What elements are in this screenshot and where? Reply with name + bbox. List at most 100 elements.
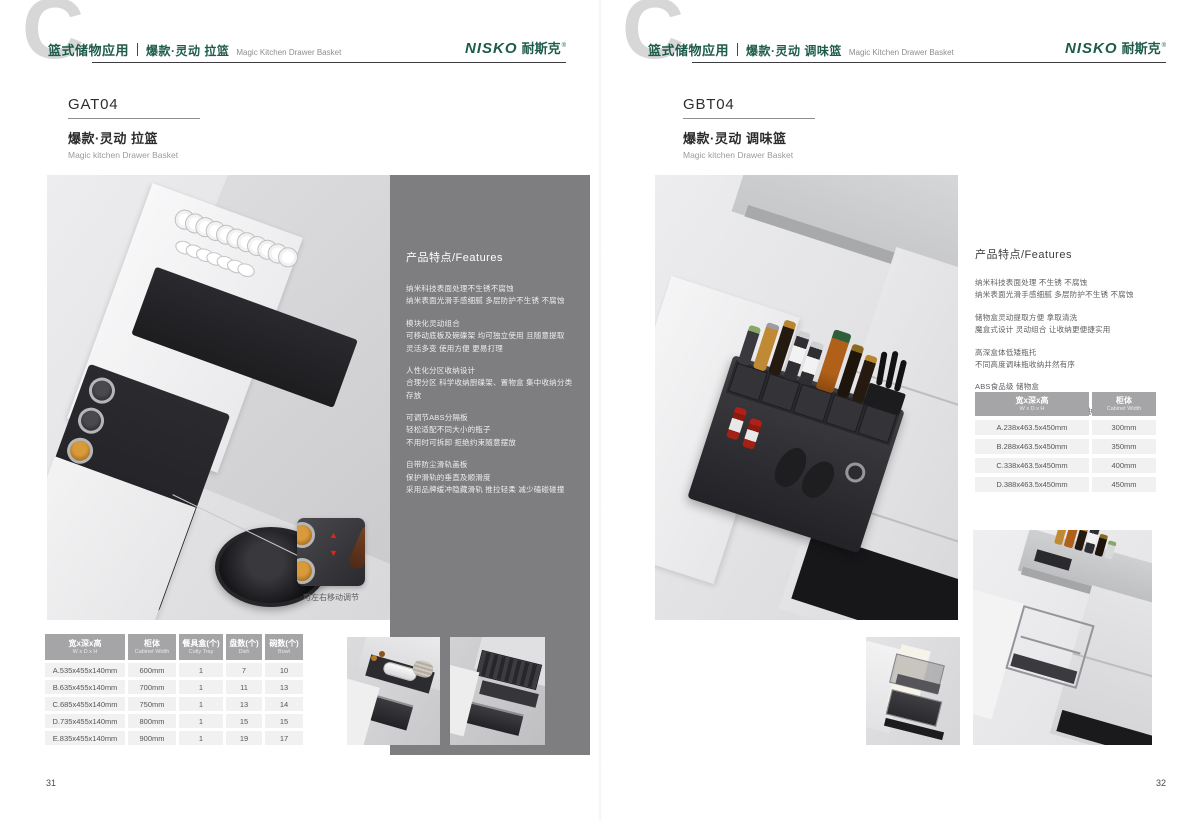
col-header-en: Dish [238,649,249,656]
feature-line: 高深盒体低矮瓶托 [975,347,1197,359]
header-separator [137,43,138,56]
page-right: C 篮式储物应用 爆款·灵动 调味篮 Magic Kitchen Drawer … [600,0,1200,820]
cell-size: C.338x463.5x450mm [975,458,1089,473]
feature-line: 纳米表面光滑手感细腻 多层防护不生锈 不腐蚀 [975,289,1197,301]
feature-line: 纳米表面光滑手感细腻 多层防护不生锈 不腐蚀 [406,295,576,307]
arrow-down-icon: ▼ [329,549,338,558]
feature-paragraph: 储物盒灵动提取方便 拿取清洗 魔盒式设计 灵动组合 让收纳更便捷实用 [975,312,1197,337]
features-content: 产品特点/Features 纳米科技表面处理不生锈不腐蚀 纳米表面光滑手感细腻 … [390,175,590,496]
page-header: 篮式储物应用 爆款·灵动 调味篮 Magic Kitchen Drawer Ba… [648,40,954,59]
feature-line: 采用品牌缓冲隐藏滑轨 推拉轻柔 减少磕碰碰撞 [406,484,576,496]
inset-jar [297,558,315,584]
spec-table: 宽x深x高 W x D x H 柜体 Cabinet Width 餐具盒(个) … [45,634,306,748]
cell-tray: 1 [179,663,223,677]
col-header: 盘数(个) Dish [226,634,262,660]
callout-inset: ▲ ▼ [297,518,365,586]
product-name-cn: 爆款·灵动 拉篮 [68,128,200,147]
table-row: D.388x463.5x450mm 450mm [975,477,1159,492]
cell-size: A.238x463.5x450mm [975,420,1089,435]
feature-paragraph: 纳米科技表面处理 不生锈 不腐蚀 纳米表面光滑手感细腻 多层防护不生锈 不腐蚀 [975,277,1197,302]
spec-table-header: 宽x深x高 W x D x H 柜体 Cabinet Width [975,392,1159,416]
col-header-en: W x D x H [1020,406,1045,413]
product-name-en: Magic kitchen Drawer Basket [683,150,815,160]
feature-paragraph: 模块化灵动组合 可移动底板及碗碟架 均可独立使用 且随意提取 灵活多变 使用方便… [406,318,576,355]
spec-table: 宽x深x高 W x D x H 柜体 Cabinet Width A.238x4… [975,392,1159,496]
detail-photo-1 [866,637,960,745]
cell-bowl: 13 [265,680,303,694]
brand-logo-cn: 耐斯克 [1122,38,1161,57]
cell-dish: 19 [226,731,262,745]
col-header-cn: 盘数(个) [229,639,258,649]
page-seam [598,0,602,820]
feature-line: 可调节ABS分隔板 [406,412,576,424]
col-header: 餐具盒(个) Cutly Tray [179,634,223,660]
header-title-en: Magic Kitchen Drawer Basket [236,48,341,57]
cell-cabinet: 300mm [1092,420,1156,435]
page-left: C 篮式储物应用 爆款·灵动 拉篮 Magic Kitchen Drawer B… [0,0,600,820]
cell-dish: 13 [226,697,262,711]
cell-tray: 1 [179,697,223,711]
col-header: 碗数(个) Bowl [265,634,303,660]
feature-paragraph: 自带防尘滑轨盖板 保护滑轨的垂直及顺滑度 采用品牌缓冲隐藏滑轨 推拉轻柔 减少磕… [406,459,576,496]
table-row: C.338x463.5x450mm 400mm [975,458,1159,473]
registered-mark: ® [562,43,566,49]
catalog-spread: C 篮式储物应用 爆款·灵动 拉篮 Magic Kitchen Drawer B… [0,0,1200,820]
cell-size: C.685x455x140mm [45,697,125,711]
cell-bowl: 14 [265,697,303,711]
feature-line: 魔盒式设计 灵动组合 让收纳更便捷实用 [975,324,1197,336]
cell-tray: 1 [179,680,223,694]
page-number: 31 [46,778,56,788]
basket-base [1010,653,1077,684]
product-code: GBT04 [683,96,815,113]
feature-paragraph: 纳米科技表面处理不生锈不腐蚀 纳米表面光滑手感细腻 多层防护不生锈 不腐蚀 [406,283,576,308]
col-header-en: Bowl [278,649,290,656]
cell-bowl: 10 [265,663,303,677]
col-header-en: Cabinet Width [135,649,170,656]
cell-cabinet: 900mm [128,731,176,745]
feature-line: 可移动底板及碗碟架 均可独立使用 且随意提取 [406,330,576,342]
registered-mark: ® [1162,43,1166,49]
spice-dot [379,651,385,657]
watermark-letter: C [22,0,84,72]
cell-tray: 1 [179,714,223,728]
header-category: 篮式储物应用 [648,40,729,59]
feature-line: 纳米科技表面处理不生锈不腐蚀 [406,283,576,295]
callout-caption: 可左右移动调节 [281,592,381,603]
wood-handle [346,523,365,572]
feature-line: 纳米科技表面处理 不生锈 不腐蚀 [975,277,1197,289]
spec-table-header: 宽x深x高 W x D x H 柜体 Cabinet Width 餐具盒(个) … [45,634,306,660]
brand-logo-latin: NISKO [465,40,518,57]
col-header: 宽x深x高 W x D x H [975,392,1089,416]
cell-size: B.288x463.5x450mm [975,439,1089,454]
features-title: 产品特点/Features [406,249,576,265]
col-header-cn: 碗数(个) [269,639,298,649]
product-code: GAT04 [68,96,200,113]
table-row: A.535x455x140mm 600mm 1 7 10 [45,663,306,677]
cell-tray: 1 [179,731,223,745]
feature-paragraph: 高深盒体低矮瓶托 不同高度调味瓶收纳井然有序 [975,347,1197,372]
cell-bowl: 15 [265,714,303,728]
col-header-cn: 餐具盒(个) [182,639,219,649]
col-header-en: Cutly Tray [189,649,214,656]
cell-cabinet: 750mm [128,697,176,711]
inset-jar [297,522,315,548]
cell-size: D.735x455x140mm [45,714,125,728]
main-product-photo [655,175,958,620]
col-header-cn: 宽x深x高 [1016,396,1049,406]
feature-line: 自带防尘滑轨盖板 [406,459,576,471]
feature-paragraph: 可调节ABS分隔板 轻松适配不同大小的瓶子 不用时可拆卸 拒绝约束随意摆放 [406,412,576,449]
col-header: 柜体 Cabinet Width [128,634,176,660]
table-row: B.635x455x140mm 700mm 1 11 13 [45,680,306,694]
product-title-block: GAT04 爆款·灵动 拉篮 Magic kitchen Drawer Bask… [68,96,200,160]
header-rule [92,62,566,63]
col-header-cn: 柜体 [144,639,160,649]
table-row: D.735x455x140mm 800mm 1 15 15 [45,714,306,728]
brand-logo: NISKO 耐斯克 ® [1065,38,1166,57]
header-category: 篮式储物应用 [48,40,129,59]
cell-cabinet: 800mm [128,714,176,728]
feature-line: 不同高度调味瓶收纳井然有序 [975,359,1197,371]
cell-cabinet: 400mm [1092,458,1156,473]
header-title-en: Magic Kitchen Drawer Basket [849,48,954,57]
cell-cabinet: 700mm [128,680,176,694]
col-header-cn: 宽x深x高 [69,639,102,649]
